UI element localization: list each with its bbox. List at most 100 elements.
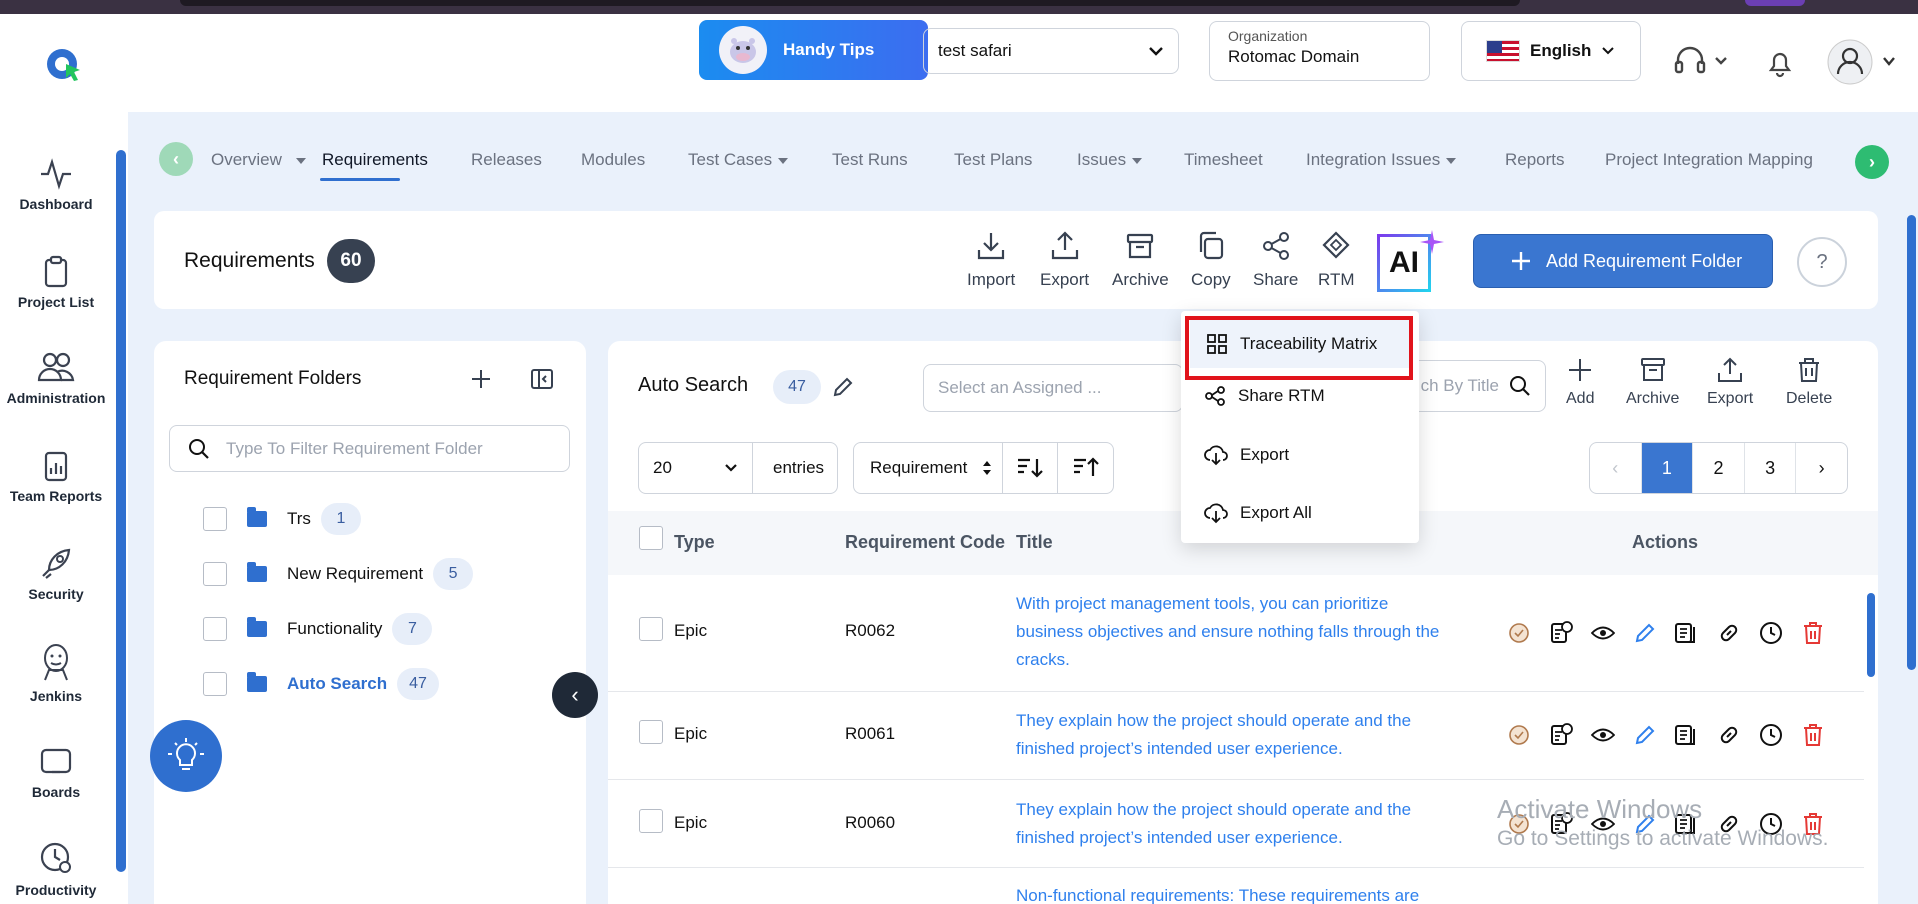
export-requirement-button[interactable]: Export [1707, 356, 1753, 408]
organization-select[interactable]: Organization Rotomac Domain [1209, 21, 1430, 81]
collapse-folders-button[interactable]: ‹ [552, 672, 598, 718]
folder-item[interactable]: Functionality 7 [203, 613, 433, 645]
tabs-next-button[interactable]: › [1855, 145, 1889, 179]
user-avatar-icon[interactable] [1826, 38, 1902, 91]
tab-releases[interactable]: Releases [471, 150, 542, 170]
tab-test-plans[interactable]: Test Plans [954, 150, 1032, 170]
archive-button[interactable]: Archive [1112, 230, 1169, 290]
clock-icon[interactable] [1758, 722, 1784, 748]
column-title[interactable]: Title [1016, 532, 1053, 553]
edit-pencil-icon[interactable] [1632, 620, 1658, 646]
menu-item-share-rtm[interactable]: Share RTM [1204, 385, 1325, 407]
handy-tips-button[interactable]: Handy Tips [699, 20, 928, 80]
browser-button[interactable] [1745, 0, 1805, 6]
page-3-button[interactable]: 3 [1745, 443, 1797, 493]
tab-overview[interactable]: Overview [211, 150, 306, 170]
column-type[interactable]: Type [674, 532, 715, 553]
sidebar-scrollbar[interactable] [116, 150, 126, 872]
tips-lightbulb-button[interactable] [150, 720, 222, 792]
edit-pencil-icon[interactable] [1632, 722, 1658, 748]
sidebar-item-project-list[interactable]: Project List [0, 254, 112, 310]
link-icon[interactable] [1716, 620, 1742, 646]
view-eye-icon[interactable] [1590, 722, 1616, 748]
tab-test-runs[interactable]: Test Runs [832, 150, 908, 170]
add-requirement-folder-button[interactable]: Add Requirement Folder [1473, 234, 1773, 288]
page-prev-button[interactable]: ‹ [1590, 443, 1642, 493]
edit-pencil-icon[interactable] [831, 375, 855, 399]
export-button[interactable]: Export [1040, 230, 1089, 290]
tab-reports[interactable]: Reports [1505, 150, 1565, 170]
sidebar-item-security[interactable]: Security [0, 546, 112, 602]
menu-item-export[interactable]: Export [1204, 444, 1289, 466]
project-select[interactable]: test safari [923, 28, 1179, 74]
folder-checkbox[interactable] [203, 507, 227, 531]
copy-button[interactable]: Copy [1191, 230, 1231, 290]
row-title-link[interactable]: They explain how the project should oper… [1016, 707, 1446, 763]
clone-document-icon[interactable] [1674, 620, 1700, 646]
sort-field-select[interactable]: Requirement [854, 443, 1004, 493]
column-requirement-code[interactable]: Requirement Code [845, 532, 1005, 553]
history-document-icon[interactable] [1548, 722, 1574, 748]
delete-requirement-button[interactable]: Delete [1786, 356, 1832, 408]
folder-item[interactable]: New Requirement 5 [203, 558, 474, 590]
row-checkbox[interactable] [639, 617, 663, 641]
share-button[interactable]: Share [1253, 230, 1298, 290]
tab-modules[interactable]: Modules [581, 150, 645, 170]
collapse-panel-icon[interactable] [530, 367, 554, 391]
folder-item-active[interactable]: Auto Search 47 [203, 668, 439, 700]
page-scrollbar[interactable] [1907, 215, 1916, 670]
sidebar-item-boards[interactable]: Boards [0, 744, 112, 800]
tab-integration-issues[interactable]: Integration Issues [1306, 150, 1457, 170]
link-icon[interactable] [1716, 722, 1742, 748]
menu-item-export-all[interactable]: Export All [1204, 502, 1312, 524]
folder-checkbox[interactable] [203, 672, 227, 696]
row-checkbox[interactable] [639, 809, 663, 833]
row-title-link[interactable]: With project management tools, you can p… [1016, 590, 1446, 674]
clone-document-icon[interactable] [1674, 722, 1700, 748]
sort-descending-button[interactable] [1003, 443, 1059, 493]
tab-issues[interactable]: Issues [1077, 150, 1143, 170]
tab-timesheet[interactable]: Timesheet [1184, 150, 1263, 170]
select-all-checkbox[interactable] [639, 526, 663, 550]
table-scrollbar[interactable] [1867, 593, 1875, 677]
add-requirement-button[interactable]: Add [1566, 356, 1594, 408]
app-logo[interactable] [44, 44, 84, 84]
delete-trash-icon[interactable] [1800, 620, 1826, 646]
sidebar-item-team-reports[interactable]: Team Reports [0, 448, 112, 504]
archive-requirement-button[interactable]: Archive [1626, 356, 1679, 408]
folder-filter-input[interactable]: Type To Filter Requirement Folder [169, 425, 570, 472]
support-headset-icon[interactable] [1672, 44, 1732, 85]
folder-item[interactable]: Trs 1 [203, 503, 361, 535]
status-check-icon[interactable] [1506, 722, 1532, 748]
tab-test-cases[interactable]: Test Cases [688, 150, 789, 170]
sidebar-item-jenkins[interactable]: Jenkins [0, 642, 112, 704]
sort-ascending-button[interactable] [1058, 443, 1113, 493]
row-checkbox[interactable] [639, 720, 663, 744]
language-select[interactable]: English [1461, 21, 1641, 81]
row-title-link[interactable]: They explain how the project should oper… [1016, 796, 1446, 852]
status-check-icon[interactable] [1506, 620, 1532, 646]
sidebar-item-administration[interactable]: Administration [0, 350, 112, 406]
folder-checkbox[interactable] [203, 617, 227, 641]
page-1-button[interactable]: 1 [1641, 443, 1694, 493]
notification-bell-icon[interactable] [1766, 48, 1794, 83]
sidebar-item-productivity[interactable]: Productivity [0, 840, 112, 898]
view-eye-icon[interactable] [1590, 620, 1616, 646]
tab-requirements[interactable]: Requirements [322, 150, 428, 170]
import-button[interactable]: Import [967, 230, 1015, 290]
tabs-prev-button[interactable]: ‹ [159, 142, 193, 176]
page-next-button[interactable]: › [1796, 443, 1847, 493]
delete-trash-icon[interactable] [1800, 722, 1826, 748]
clock-icon[interactable] [1758, 620, 1784, 646]
folder-checkbox[interactable] [203, 562, 227, 586]
page-2-button[interactable]: 2 [1693, 443, 1745, 493]
add-folder-plus-icon[interactable] [470, 368, 492, 390]
tab-project-integration-mapping[interactable]: Project Integration Mapping [1605, 150, 1813, 170]
assignee-select[interactable]: Select an Assigned ... [923, 364, 1183, 412]
sidebar-item-dashboard[interactable]: Dashboard [0, 156, 112, 212]
help-button[interactable]: ? [1797, 237, 1847, 287]
address-bar[interactable] [180, 0, 1520, 6]
history-document-icon[interactable] [1548, 620, 1574, 646]
rtm-button[interactable]: RTM [1318, 230, 1355, 290]
entries-per-page-select[interactable]: 20 entries [638, 442, 838, 494]
